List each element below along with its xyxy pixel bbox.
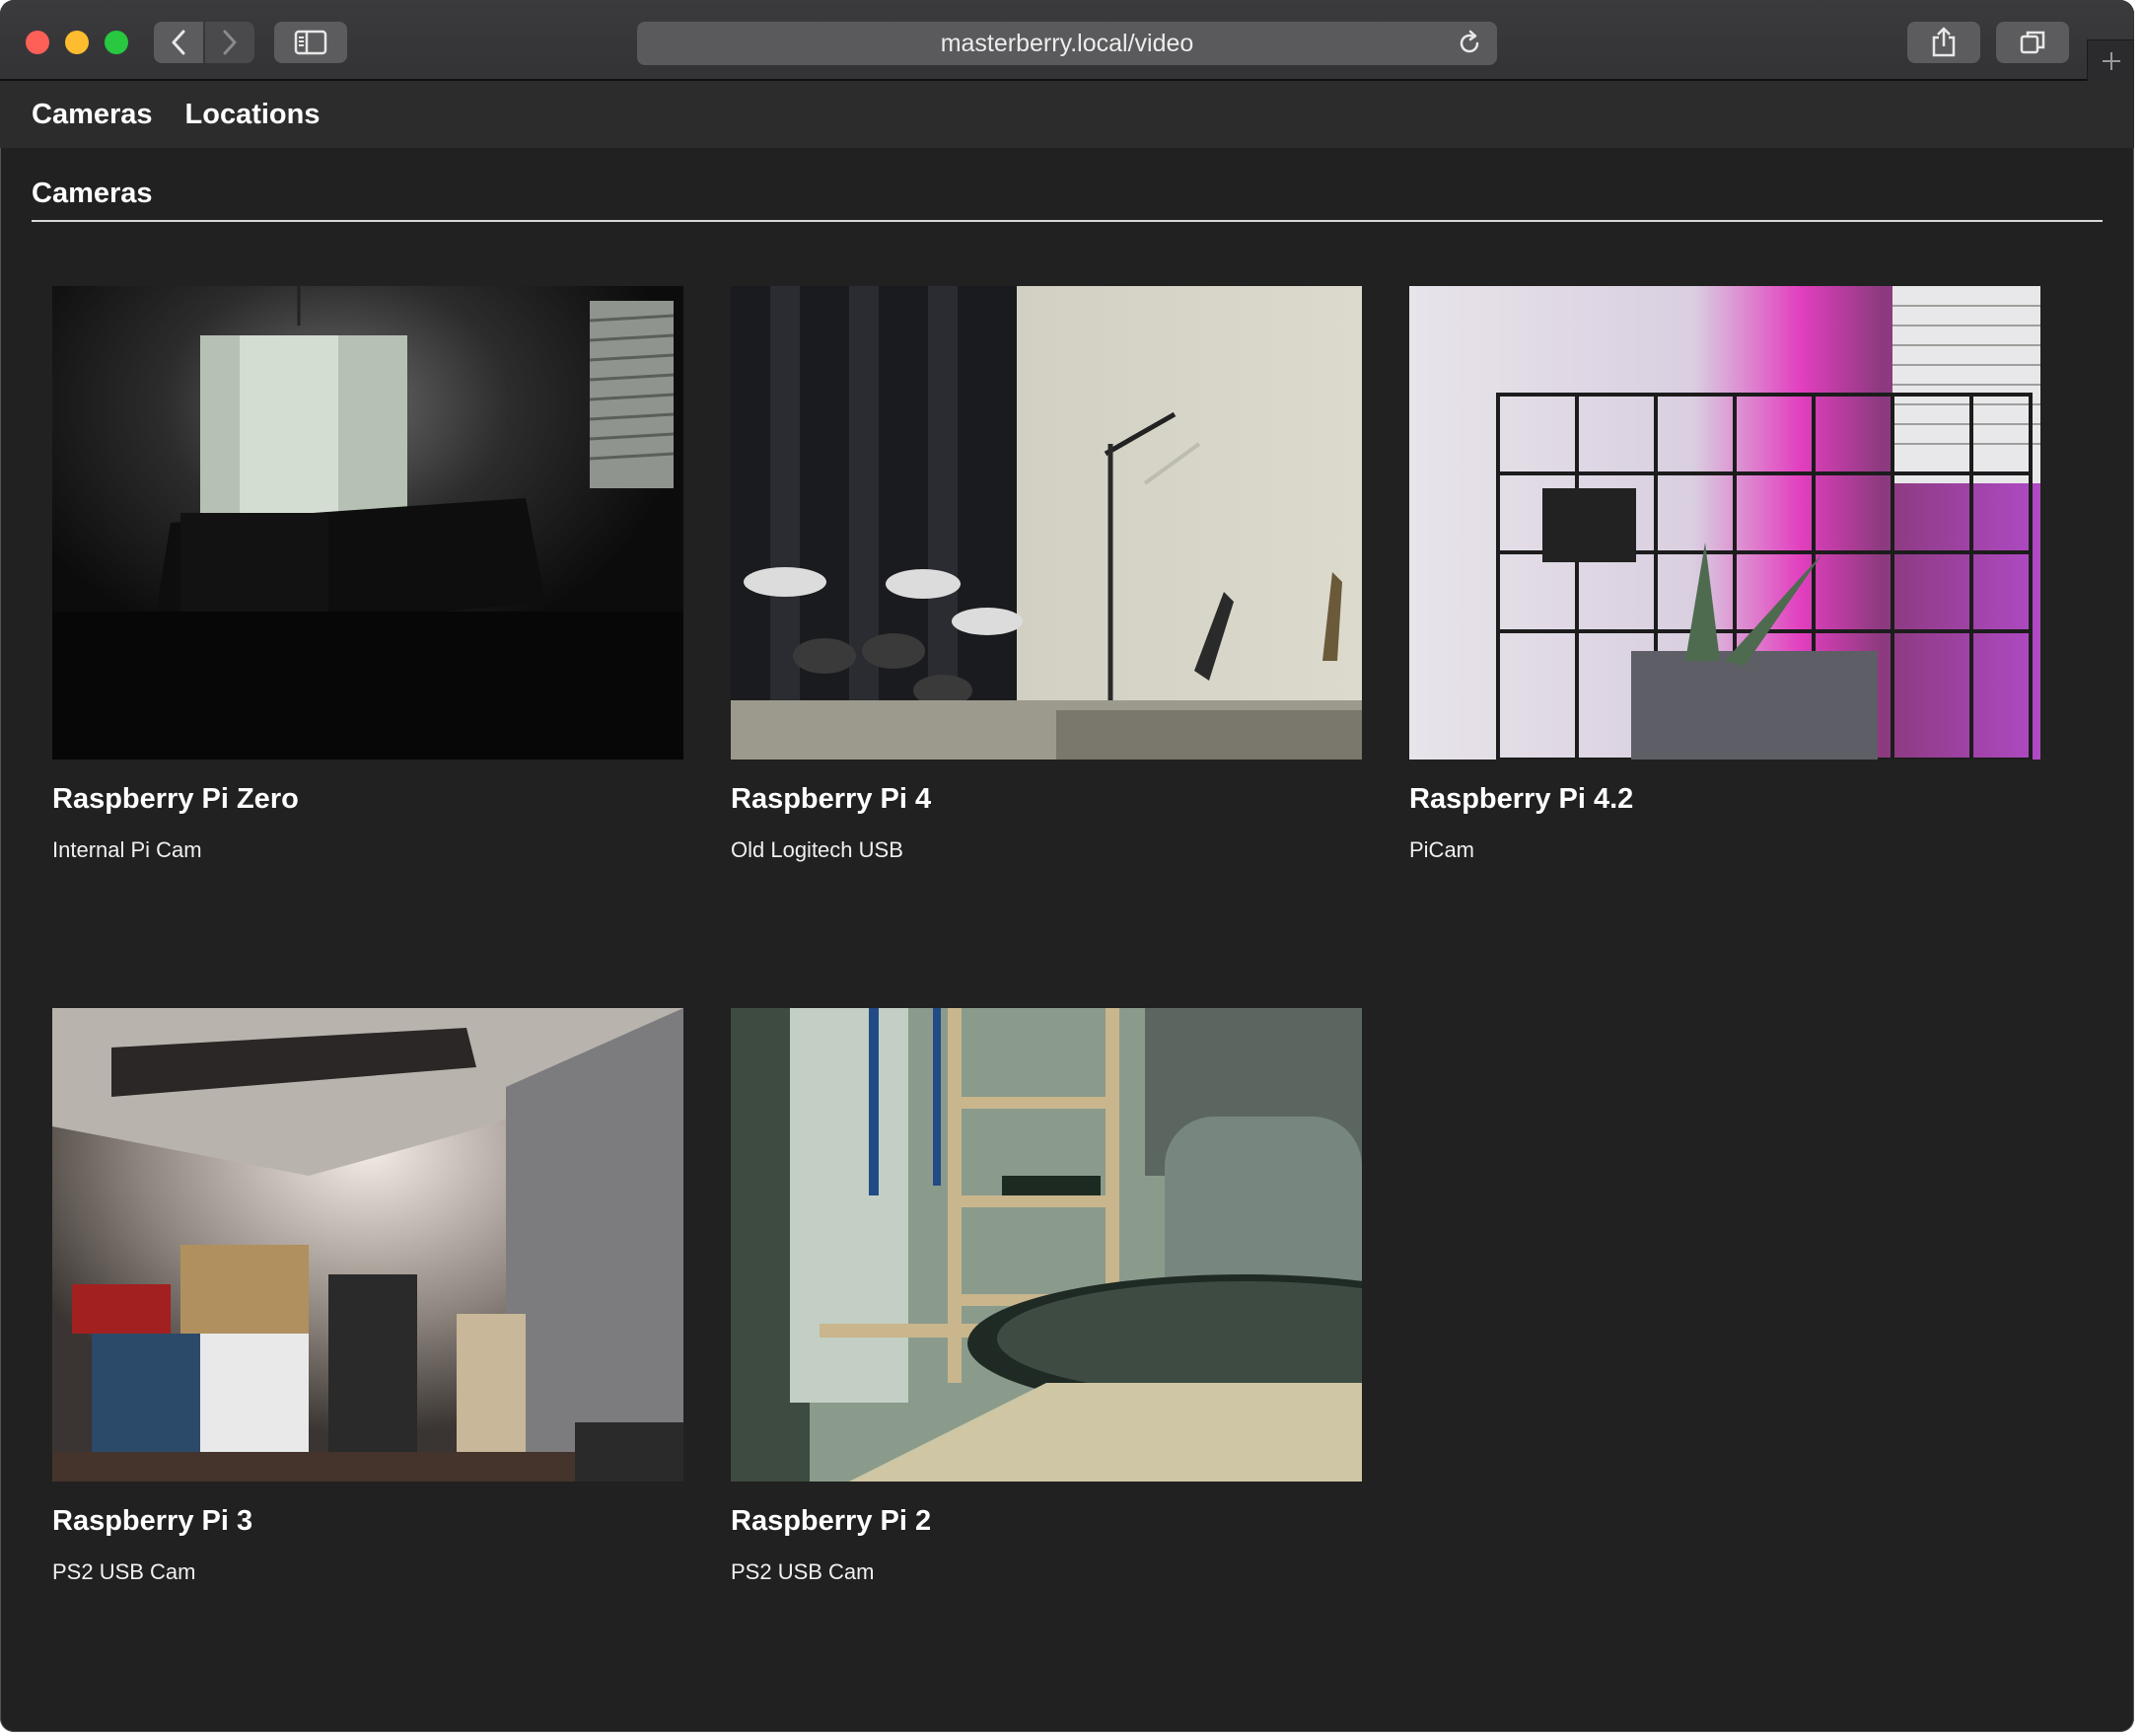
camera-name[interactable]: Raspberry Pi Zero [52, 783, 683, 816]
sidebar-toggle-button[interactable] [274, 22, 347, 63]
nav-cameras-link[interactable]: Cameras [32, 99, 153, 131]
camera-card[interactable]: Raspberry Pi Zero Internal Pi Cam [52, 286, 683, 863]
camera-description: Internal Pi Cam [52, 837, 202, 862]
url-text: masterberry.local/video [940, 29, 1194, 57]
close-window-button[interactable] [26, 31, 49, 54]
sidebar-icon [294, 30, 327, 55]
camera-name[interactable]: Raspberry Pi 3 [52, 1505, 683, 1538]
minimize-window-button[interactable] [65, 31, 89, 54]
camera-name[interactable]: Raspberry Pi 4.2 [1409, 783, 2040, 816]
forward-button[interactable] [205, 22, 254, 63]
browser-window: masterberry.local/video Cameras Location… [0, 0, 2134, 1732]
site-nav: Cameras Locations [0, 81, 2134, 148]
camera-card[interactable]: Raspberry Pi 3 PS2 USB Cam [52, 1008, 683, 1585]
new-tab-button[interactable] [2087, 39, 2134, 81]
back-button[interactable] [154, 22, 203, 63]
camera-card[interactable]: Raspberry Pi 4.2 PiCam [1409, 286, 2040, 863]
camera-feed-image[interactable] [52, 286, 683, 760]
nav-locations-link[interactable]: Locations [185, 99, 321, 131]
show-tabs-button[interactable] [1996, 22, 2069, 63]
camera-name[interactable]: Raspberry Pi 2 [731, 1505, 1362, 1538]
camera-feed-image[interactable] [52, 1008, 683, 1482]
browser-toolbar: masterberry.local/video [0, 0, 2134, 81]
share-icon [1932, 27, 1956, 57]
plus-icon [2102, 51, 2120, 70]
camera-feed-image[interactable] [731, 1008, 1362, 1482]
camera-description: PS2 USB Cam [52, 1559, 196, 1584]
page-title: Cameras [32, 178, 2103, 222]
reload-icon[interactable] [1456, 30, 1483, 64]
camera-description: Old Logitech USB [731, 837, 903, 862]
zoom-window-button[interactable] [105, 31, 128, 54]
camera-feed-image[interactable] [1409, 286, 2040, 760]
camera-feed-image[interactable] [731, 286, 1362, 760]
camera-card[interactable]: Raspberry Pi 2 PS2 USB Cam [731, 1008, 1362, 1585]
tabs-overview-icon [2020, 31, 2045, 54]
address-bar[interactable]: masterberry.local/video [637, 22, 1497, 65]
camera-description: PiCam [1409, 837, 1475, 862]
camera-name[interactable]: Raspberry Pi 4 [731, 783, 1362, 816]
chevron-right-icon [223, 30, 237, 55]
camera-description: PS2 USB Cam [731, 1559, 875, 1584]
chevron-left-icon [172, 30, 185, 55]
share-button[interactable] [1907, 22, 1980, 63]
camera-card[interactable]: Raspberry Pi 4 Old Logitech USB [731, 286, 1362, 863]
